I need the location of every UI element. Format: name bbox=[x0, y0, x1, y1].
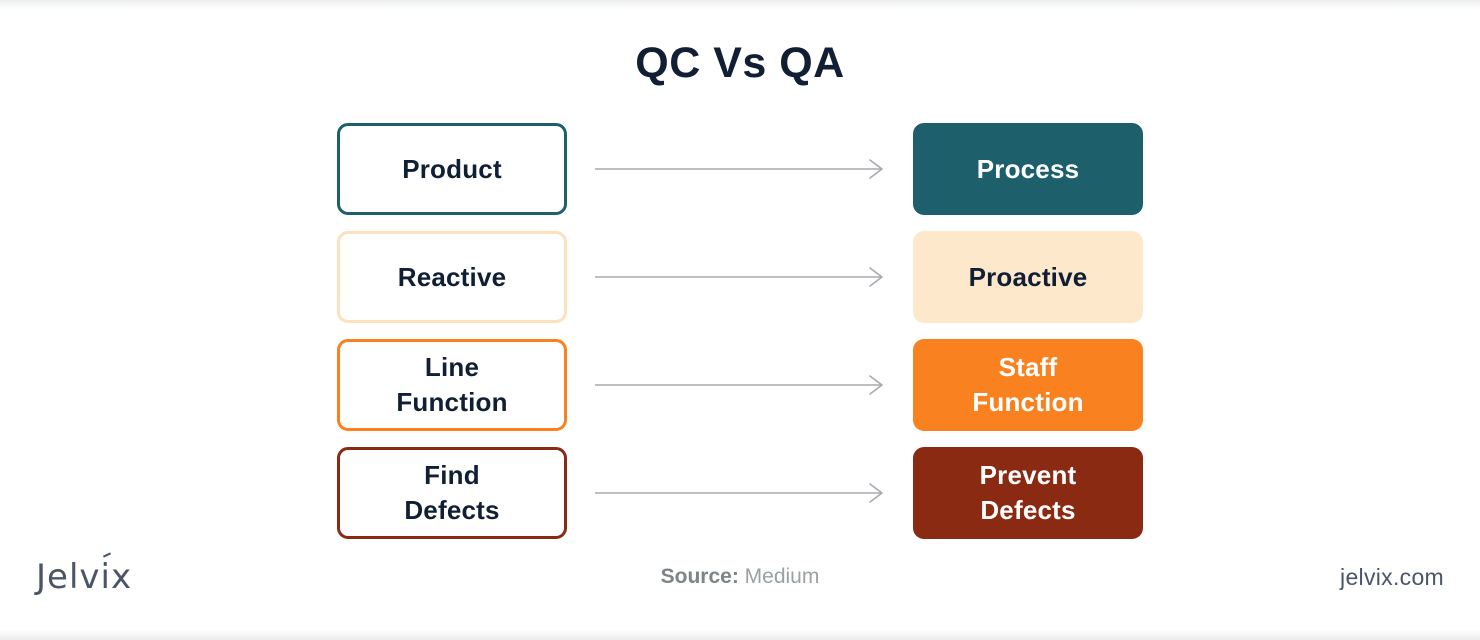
arrow-right-icon bbox=[595, 158, 888, 180]
source-attribution: Source: Medium bbox=[0, 566, 1480, 587]
jelvix-logo-accent-i: i bbox=[100, 557, 111, 597]
page-title: QC Vs QA bbox=[635, 39, 845, 87]
qa-box-label: Prevent Defects bbox=[979, 460, 1077, 525]
jelvix-logo-text: Jelv bbox=[36, 557, 101, 597]
comparison-row: Product Process bbox=[337, 123, 1143, 215]
jelvix-logo: Jelvix bbox=[36, 560, 132, 594]
comparison-row: Line Function Staff Function bbox=[337, 339, 1143, 431]
qc-box-line-function: Line Function bbox=[337, 339, 567, 431]
comparison-row: Find Defects Prevent Defects bbox=[337, 447, 1143, 539]
qc-box-label: Line Function bbox=[396, 352, 508, 417]
qc-box-label: Reactive bbox=[397, 261, 507, 292]
qc-box-reactive: Reactive bbox=[337, 231, 567, 323]
comparison-row: Reactive Proactive bbox=[337, 231, 1143, 323]
qc-box-find-defects: Find Defects bbox=[337, 447, 567, 539]
qc-box-label: Find Defects bbox=[404, 460, 500, 525]
top-edge-band bbox=[0, 0, 1480, 10]
slide-canvas: QC Vs QA Product Process Reactive Proact… bbox=[0, 0, 1480, 640]
comparison-diagram: Product Process Reactive Proactive Line … bbox=[337, 123, 1143, 539]
bottom-edge-band bbox=[0, 630, 1480, 640]
qa-box-proactive: Proactive bbox=[913, 231, 1143, 323]
qa-box-label: Process bbox=[976, 153, 1080, 184]
arrow-right-icon bbox=[595, 266, 888, 288]
qc-box-product: Product bbox=[337, 123, 567, 215]
arrow-right-icon bbox=[595, 374, 888, 396]
qa-box-process: Process bbox=[913, 123, 1143, 215]
arrow-right-icon bbox=[595, 482, 888, 504]
source-value: Medium bbox=[744, 565, 820, 588]
qc-box-label: Product bbox=[402, 153, 502, 184]
website-url: jelvix.com bbox=[1340, 564, 1444, 590]
qa-box-label: Proactive bbox=[968, 261, 1088, 292]
jelvix-logo-text-end: x bbox=[110, 557, 133, 597]
source-label: Source: bbox=[660, 565, 739, 588]
qa-box-label: Staff Function bbox=[972, 352, 1084, 417]
qa-box-staff-function: Staff Function bbox=[913, 339, 1143, 431]
qa-box-prevent-defects: Prevent Defects bbox=[913, 447, 1143, 539]
